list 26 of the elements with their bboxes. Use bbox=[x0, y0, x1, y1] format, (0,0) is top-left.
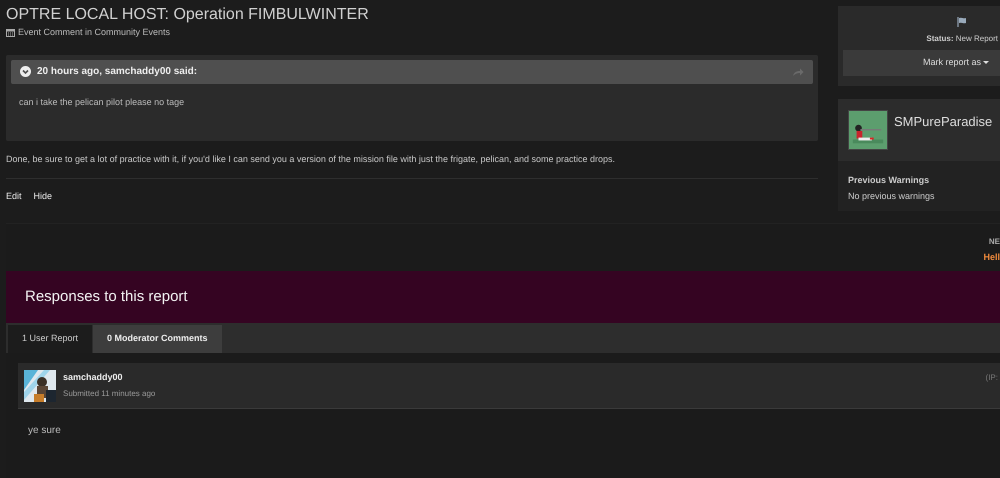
flag-icon bbox=[956, 17, 966, 27]
mark-report-button[interactable]: Mark report as bbox=[843, 50, 1000, 76]
report-text: ye sure bbox=[28, 424, 62, 438]
tab[interactable]: 1 User Report bbox=[8, 325, 92, 353]
chevron-down-icon bbox=[20, 66, 31, 77]
share-arrow-icon[interactable] bbox=[792, 66, 804, 76]
report-ip: (IP: bbox=[986, 372, 998, 384]
status-text: Status: New Report bbox=[926, 33, 998, 45]
notice-label: NE bbox=[988, 236, 1000, 248]
quote-text: can i take the pelican pilot please no tage bbox=[19, 96, 186, 109]
action-link[interactable]: Hide bbox=[34, 190, 52, 204]
warnings-title: Previous Warnings bbox=[848, 174, 930, 187]
caret-icon bbox=[983, 61, 989, 65]
report-author[interactable]: samchaddy00 bbox=[63, 370, 979, 384]
calendar-icon bbox=[6, 28, 15, 38]
page-subtitle: Event Comment in Community Events bbox=[18, 26, 170, 39]
quote-author: 20 hours ago, samchaddy00 said: bbox=[37, 65, 198, 79]
report-time: Submitted 11 minutes ago bbox=[63, 388, 156, 400]
action-link[interactable]: Edit bbox=[6, 190, 22, 204]
comment-text: Done, be sure to get a lot of practice with it, if you'd like I can send you a version of the mission file with just the frigate, pelican, and some practice drops. bbox=[6, 152, 616, 166]
warnings-text: No previous warnings bbox=[848, 190, 936, 203]
responses-title: Responses to this report bbox=[25, 286, 188, 307]
user-name[interactable]: SMPureParadise bbox=[894, 112, 992, 132]
tab[interactable]: 0 Moderator Comments bbox=[93, 325, 222, 353]
page-title: OPTRE LOCAL HOST: Operation FIMBULWINTER bbox=[6, 5, 370, 25]
notice-link[interactable]: Hell bbox=[983, 251, 1000, 264]
